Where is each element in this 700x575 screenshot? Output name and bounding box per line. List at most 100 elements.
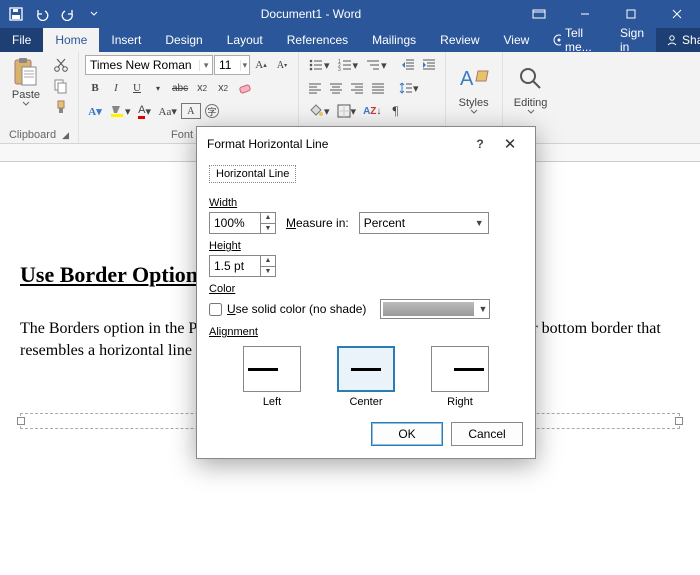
justify-button[interactable] (368, 78, 388, 98)
paste-button[interactable]: Paste (6, 55, 46, 106)
shading-button[interactable]: ▾ (305, 101, 333, 121)
styles-icon: A (458, 63, 490, 95)
close-icon[interactable] (654, 0, 700, 28)
maximize-icon[interactable] (608, 0, 654, 28)
align-left-label: Left (243, 396, 301, 408)
chevron-down-icon: ▼ (478, 304, 487, 314)
tab-layout[interactable]: Layout (215, 28, 275, 52)
spin-up-icon[interactable]: ▲ (261, 256, 275, 267)
shrink-font-button[interactable]: A▾ (272, 55, 292, 75)
tell-me[interactable]: Tell me... (541, 28, 608, 52)
qat-dropdown-icon[interactable] (82, 2, 106, 26)
align-right-button[interactable] (347, 78, 367, 98)
height-spinner[interactable]: ▲▼ (209, 255, 276, 277)
font-color-button[interactable]: A▾ (135, 101, 155, 121)
text-effects-button[interactable]: A▾ (85, 101, 105, 121)
styles-button[interactable]: A Styles (452, 55, 496, 121)
bullets-button[interactable]: ▾ (305, 55, 333, 75)
close-button[interactable]: ✕ (495, 135, 525, 153)
highlight-button[interactable]: ▾ (106, 101, 134, 121)
chevron-down-icon[interactable]: ▾ (240, 60, 249, 71)
show-marks-button[interactable]: ¶ (385, 101, 405, 121)
quick-access-toolbar (0, 2, 106, 26)
titlebar: Document1 - Word (0, 0, 700, 28)
tab-view[interactable]: View (492, 28, 542, 52)
spin-down-icon[interactable]: ▼ (261, 224, 275, 234)
copy-button[interactable] (50, 76, 72, 96)
font-name-combo[interactable]: ▾ (85, 55, 213, 75)
spin-down-icon[interactable]: ▼ (261, 267, 275, 277)
sign-in[interactable]: Sign in (608, 28, 656, 52)
char-border-button[interactable]: A (181, 103, 201, 119)
align-left-button[interactable] (305, 78, 325, 98)
width-spinner[interactable]: ▲▼ (209, 212, 276, 234)
help-button[interactable]: ? (465, 137, 495, 151)
cancel-button[interactable]: Cancel (451, 422, 523, 446)
italic-button[interactable]: I (106, 78, 126, 98)
cut-button[interactable] (50, 55, 72, 75)
svg-text:3: 3 (338, 67, 341, 72)
height-input[interactable] (210, 256, 260, 276)
tab-home[interactable]: Home (43, 28, 99, 52)
chevron-down-icon[interactable]: ▾ (199, 60, 212, 71)
line-spacing-icon (399, 81, 413, 95)
ribbon-display-icon[interactable] (516, 0, 562, 28)
align-center-option[interactable] (337, 346, 395, 392)
solid-color-input[interactable] (209, 303, 222, 316)
align-right-option[interactable] (431, 346, 489, 392)
dialog-tab[interactable]: Horizontal Line (209, 165, 296, 183)
font-size-combo[interactable]: ▾ (214, 55, 250, 75)
ok-button[interactable]: OK (371, 422, 443, 446)
tab-design[interactable]: Design (153, 28, 214, 52)
editing-button[interactable]: Editing (509, 55, 553, 121)
measure-select[interactable]: Percent ▼ (359, 212, 489, 234)
multilevel-button[interactable]: ▾ (362, 55, 390, 75)
superscript-button[interactable]: x2 (213, 78, 233, 98)
solid-color-checkbox[interactable]: Use solid color (no shade) (209, 302, 366, 316)
spin-up-icon[interactable]: ▲ (261, 213, 275, 224)
align-center-button[interactable] (326, 78, 346, 98)
numbering-button[interactable]: 123▾ (334, 55, 362, 75)
line-spacing-button[interactable]: ▾ (396, 78, 422, 98)
strike-button[interactable]: abc (169, 78, 191, 98)
share-button[interactable]: Share (656, 28, 700, 52)
increase-indent-button[interactable] (419, 55, 439, 75)
subscript-button[interactable]: x2 (192, 78, 212, 98)
svg-text:A: A (460, 68, 474, 90)
chevron-down-icon (22, 101, 30, 106)
tab-review[interactable]: Review (428, 28, 491, 52)
underline-menu[interactable]: ▾ (148, 78, 168, 98)
borders-icon (337, 104, 351, 118)
group-clipboard: Paste Clipboard◢ (0, 52, 79, 143)
change-case-button[interactable]: Aa▾ (156, 101, 180, 121)
clear-format-button[interactable] (234, 78, 256, 98)
tab-mailings[interactable]: Mailings (360, 28, 428, 52)
font-label: Font (171, 129, 193, 141)
measure-label: Measure in: (286, 216, 349, 230)
enclose-button[interactable]: 字 (202, 101, 222, 121)
undo-icon[interactable] (30, 2, 54, 26)
chevron-down-icon (527, 109, 535, 114)
bold-button[interactable]: B (85, 78, 105, 98)
minimize-icon[interactable] (562, 0, 608, 28)
width-input[interactable] (210, 213, 260, 233)
window-title: Document1 - Word (106, 7, 516, 21)
color-picker[interactable]: ▼ (380, 299, 490, 319)
tab-references[interactable]: References (275, 28, 360, 52)
grow-font-button[interactable]: A▴ (251, 55, 271, 75)
justify-icon (371, 82, 385, 94)
decrease-indent-button[interactable] (398, 55, 418, 75)
clipboard-launcher-icon[interactable]: ◢ (62, 130, 69, 141)
format-painter-button[interactable] (50, 97, 72, 117)
align-left-option[interactable] (243, 346, 301, 392)
underline-button[interactable]: U (127, 78, 147, 98)
dialog-titlebar[interactable]: Format Horizontal Line ? ✕ (197, 127, 535, 161)
save-icon[interactable] (4, 2, 28, 26)
borders-button[interactable]: ▾ (334, 101, 360, 121)
font-size-input[interactable] (215, 58, 240, 72)
font-name-input[interactable] (86, 58, 199, 72)
redo-icon[interactable] (56, 2, 80, 26)
tab-file[interactable]: File (0, 28, 43, 52)
tab-insert[interactable]: Insert (99, 28, 153, 52)
sort-button[interactable]: AZ↓ (360, 101, 384, 121)
